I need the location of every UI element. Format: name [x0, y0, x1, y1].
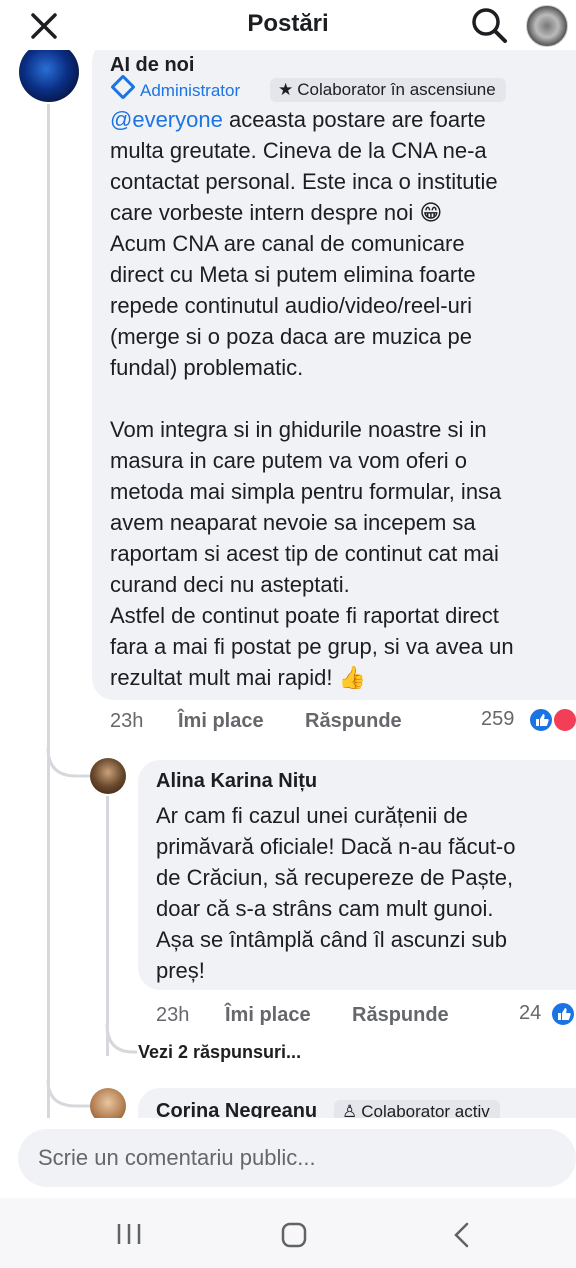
thread-connector: [46, 1080, 92, 1108]
comment-line: rezultat mult mai rapid! 👍: [110, 665, 367, 690]
comment-line: Astfel de continut poate fi raportat dir…: [110, 603, 499, 628]
comment-line: raportam si acest tip de continut cat ma…: [110, 541, 499, 566]
view-more-replies-link[interactable]: Vezi 2 răspunsuri...: [138, 1042, 301, 1063]
reply-line: Ar cam fi cazul unei curățenii de: [156, 803, 468, 828]
back-icon[interactable]: [452, 1222, 472, 1248]
like-reaction-icon: [550, 1001, 576, 1027]
comment-author[interactable]: AI de noi: [110, 54, 194, 77]
reply-author[interactable]: Alina Karina Nițu: [156, 770, 317, 793]
like-button[interactable]: Îmi place: [178, 710, 264, 733]
comment-line: fundal) problematic.: [110, 355, 304, 380]
comment-line: @everyone aceasta postare are foarte: [110, 107, 486, 132]
thread-line: [47, 104, 50, 1118]
reply-like-button[interactable]: Îmi place: [225, 1004, 311, 1027]
search-icon: [472, 8, 507, 43]
home-icon[interactable]: [281, 1222, 307, 1248]
recent-apps-icon[interactable]: [116, 1222, 142, 1246]
comment-line: repede continutul audio/video/reel-uri: [110, 293, 473, 318]
reply-line: preș!: [156, 958, 205, 983]
reply-line: doar că s-a strâns cam mult gunoi.: [156, 896, 494, 921]
comment-time[interactable]: 23h: [110, 710, 143, 733]
admin-badge: Administrator: [110, 74, 241, 102]
top-bar: Postări: [0, 0, 576, 50]
admin-badge-label: Administrator: [140, 81, 241, 100]
comment-line: avem neaparat nevoie sa incepem sa: [110, 510, 476, 535]
mention-link[interactable]: @everyone: [110, 107, 223, 132]
thread-connector: [46, 748, 92, 778]
diamond-icon: [110, 74, 136, 100]
comment-line: Vom integra si in ghidurile noastre si i…: [110, 417, 487, 442]
reply-line: de Crăciun, să recupereze de Paște,: [156, 865, 514, 890]
thread-connector: [105, 1024, 137, 1054]
comment-line: curand deci nu asteptati.: [110, 572, 350, 597]
comment-line: fara a mai fi postat pe grup, si va avea…: [110, 634, 514, 659]
search-button[interactable]: [470, 6, 508, 44]
comment-line: contactat personal. Este inca o institut…: [110, 169, 498, 194]
comment-line: metoda mai simpla pentru formular, insa: [110, 479, 502, 504]
profile-avatar[interactable]: [526, 5, 568, 47]
collaborator-badge: ★ Colaborator în ascensiune: [270, 78, 506, 102]
reply-reaction-count[interactable]: 24: [519, 1002, 541, 1025]
collaborator-badge-label: Colaborator în ascensiune: [297, 80, 496, 99]
comment-line: multa greutate. Cineva de la CNA ne-a: [110, 138, 487, 163]
comment-line: care vorbeste intern despre noi 😁: [110, 200, 443, 225]
comment-line: masura in care putem va vom oferi o: [110, 448, 468, 473]
reply-line: primăvară oficiale! Dacă n-au făcut-o: [156, 834, 516, 859]
reply-author-avatar[interactable]: [90, 758, 126, 794]
reply-time[interactable]: 23h: [156, 1004, 189, 1027]
reply-line: Așa se întâmplă când îl ascunzi sub: [156, 927, 507, 952]
system-nav-bar: [0, 1198, 576, 1268]
comment-line: direct cu Meta si putem elimina foarte: [110, 262, 476, 287]
like-reaction-icon: [528, 707, 554, 733]
reply-button[interactable]: Răspunde: [305, 710, 402, 733]
love-reaction-icon: [552, 707, 576, 733]
star-icon: ★: [278, 80, 294, 99]
reaction-count[interactable]: 259: [481, 708, 514, 731]
comment-line: Acum CNA are canal de comunicare: [110, 231, 465, 256]
author-avatar[interactable]: [19, 42, 79, 102]
comment-input[interactable]: [18, 1129, 576, 1187]
reply-reply-button[interactable]: Răspunde: [352, 1004, 449, 1027]
comment-line: (merge si o poza daca are muzica pe: [110, 324, 472, 349]
thread-line: [106, 796, 109, 1056]
